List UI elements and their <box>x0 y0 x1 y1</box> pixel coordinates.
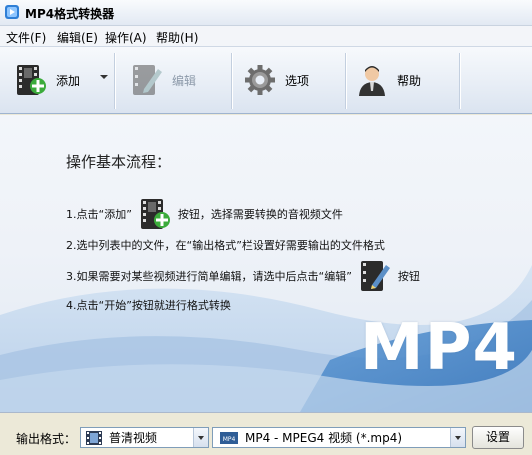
options-button-label: 选项 <box>285 73 310 88</box>
add-button[interactable]: 添加 <box>14 49 80 111</box>
window-title: MP4格式转换器 <box>25 7 115 21</box>
output-format-value: MP4 - MPEG4 视频 (*.mp4) <box>245 431 403 445</box>
toolbar: 添加 编辑 选项 帮助 <box>0 46 532 114</box>
welcome-panel: 操作基本流程： 1.点击“添加” 按钮，选择需要转换的音视频文件 2.选中列表中… <box>0 115 532 412</box>
film-edit-icon <box>133 65 162 95</box>
title-bar: MP4格式转换器 <box>0 0 532 26</box>
app-icon <box>5 5 19 19</box>
options-button[interactable]: 选项 <box>243 49 309 111</box>
output-format-label: 输出格式： <box>16 432 77 446</box>
step-4: 4.点击“开始”按钮就进行格式转换 <box>66 297 231 313</box>
edit-button-label: 编辑 <box>172 73 197 88</box>
step-1: 1.点击“添加” 按钮，选择需要转换的音视频文件 <box>66 197 343 231</box>
svg-text:MP4: MP4 <box>223 436 236 443</box>
toolbar-separator <box>114 53 115 109</box>
step-1-text-after: 按钮，选择需要转换的音视频文件 <box>177 208 343 221</box>
film-edit-icon <box>360 261 390 291</box>
menu-file[interactable]: 文件(F) <box>6 29 46 46</box>
menu-edit[interactable]: 编辑(E) <box>57 29 98 46</box>
output-format-select[interactable]: MP4 MP4 - MPEG4 视频 (*.mp4) <box>212 427 466 448</box>
step-1-text-before: 1.点击“添加” <box>66 208 132 221</box>
output-format-bar: 输出格式： 普清视频 MP4 MP4 - MPEG4 视频 (*.mp4) 设置 <box>0 412 532 455</box>
toolbar-separator <box>345 53 346 109</box>
film-add-icon <box>17 65 46 95</box>
video-icon <box>86 430 102 445</box>
mp4-logo: MP4 <box>359 311 518 385</box>
mp4-file-icon: MP4 <box>220 431 238 444</box>
menu-operate[interactable]: 操作(A) <box>105 29 147 46</box>
chevron-down-icon[interactable] <box>450 428 465 447</box>
film-add-icon <box>140 199 170 229</box>
edit-button[interactable]: 编辑 <box>130 49 196 111</box>
heading: 操作基本流程： <box>66 153 172 171</box>
help-button-label: 帮助 <box>397 73 422 88</box>
step-4-text: 4.点击“开始”按钮就进行格式转换 <box>66 299 231 312</box>
menu-bar: 文件(F) 编辑(E) 操作(A) 帮助(H) <box>0 26 532 46</box>
step-3: 3.如果需要对某些视频进行简单编辑，请选中后点击“编辑” 按钮 <box>66 259 420 293</box>
toolbar-separator <box>231 53 232 109</box>
chevron-down-icon[interactable] <box>193 428 208 447</box>
help-button[interactable]: 帮助 <box>355 49 421 111</box>
step-3-text-after: 按钮 <box>397 270 420 283</box>
step-3-text-before: 3.如果需要对某些视频进行简单编辑，请选中后点击“编辑” <box>66 270 352 283</box>
quality-category-select[interactable]: 普清视频 <box>80 427 209 448</box>
add-dropdown-arrow[interactable] <box>100 75 108 79</box>
user-help-icon <box>359 66 385 96</box>
menu-help[interactable]: 帮助(H) <box>156 29 198 46</box>
gear-icon <box>245 65 275 95</box>
add-button-label: 添加 <box>56 73 81 88</box>
step-2-text: 2.选中列表中的文件，在“输出格式”栏设置好需要输出的文件格式 <box>66 239 385 252</box>
toolbar-separator <box>459 53 460 109</box>
quality-category-value: 普清视频 <box>109 431 158 445</box>
step-2: 2.选中列表中的文件，在“输出格式”栏设置好需要输出的文件格式 <box>66 237 385 253</box>
settings-button[interactable]: 设置 <box>472 426 524 449</box>
